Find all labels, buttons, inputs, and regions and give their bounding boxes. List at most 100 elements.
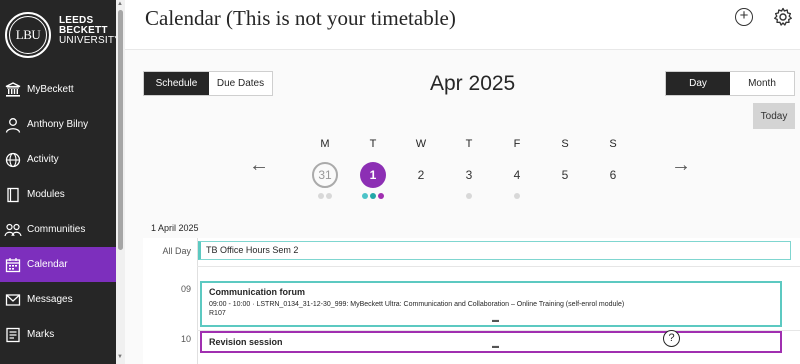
sidebar-item-messages[interactable]: Messages bbox=[0, 282, 116, 317]
sidebar-item-marks[interactable]: Marks bbox=[0, 317, 116, 352]
day-column[interactable]: T3 bbox=[454, 138, 484, 201]
globe-icon bbox=[4, 151, 22, 169]
weekday-label: T bbox=[465, 138, 473, 150]
all-day-event[interactable]: TB Office Hours Sem 2 bbox=[198, 241, 791, 260]
event-indicators bbox=[358, 193, 388, 201]
book-icon bbox=[4, 186, 22, 204]
event-indicators bbox=[502, 193, 532, 201]
day-number[interactable]: 5 bbox=[552, 162, 578, 188]
weekday-label: T bbox=[369, 138, 377, 150]
day-column[interactable]: T1 bbox=[358, 138, 388, 201]
view-toggle: Schedule Due Dates bbox=[143, 71, 273, 96]
user-icon bbox=[4, 116, 22, 134]
event-indicators bbox=[406, 193, 436, 201]
sidebar-scrollbar[interactable]: ▲ ▼ bbox=[116, 0, 125, 364]
day-number[interactable]: 3 bbox=[456, 162, 482, 188]
event-title: Communication forum bbox=[209, 287, 305, 297]
day-column[interactable]: S5 bbox=[550, 138, 580, 201]
tab-day[interactable]: Day bbox=[666, 72, 730, 95]
calendar-main: Schedule Due Dates Apr 2025 Day Month To… bbox=[125, 50, 800, 364]
previous-week-button[interactable]: ← bbox=[249, 154, 269, 177]
sidebar: LBU LEEDS BECKETT UNIVERSITY MyBeckett A… bbox=[0, 0, 121, 364]
sidebar-item-communities[interactable]: Communities bbox=[0, 212, 116, 247]
event-location: R107 bbox=[209, 310, 226, 317]
month-label: Apr 2025 bbox=[430, 72, 516, 95]
range-toggle: Day Month bbox=[665, 71, 795, 96]
event-card[interactable]: Revision session ▬ bbox=[200, 331, 782, 353]
day-column[interactable]: F4 bbox=[502, 138, 532, 201]
calendar-icon bbox=[4, 256, 22, 274]
today-button[interactable]: Today bbox=[753, 103, 795, 129]
sidebar-item-label: Anthony Bilny bbox=[27, 119, 89, 130]
sidebar-item-mybeckett[interactable]: MyBeckett bbox=[0, 72, 116, 107]
event-title: Revision session bbox=[209, 337, 283, 347]
event-indicators bbox=[454, 193, 484, 201]
weekday-label: S bbox=[561, 138, 569, 150]
event-indicators bbox=[598, 193, 628, 201]
hour-label: 10 bbox=[180, 334, 191, 344]
page-title: Calendar (This is not your timetable) bbox=[145, 6, 456, 30]
weekday-label: S bbox=[609, 138, 617, 150]
university-logo[interactable]: LBU LEEDS BECKETT UNIVERSITY bbox=[3, 6, 121, 66]
event-dot-icon bbox=[318, 193, 324, 199]
day-number[interactable]: 1 bbox=[360, 162, 386, 188]
event-card[interactable]: Communication forum 09:00 - 10:00 · LSTR… bbox=[200, 281, 782, 327]
date-heading: 1 April 2025 bbox=[151, 223, 199, 233]
sidebar-item-label: Messages bbox=[27, 294, 73, 305]
next-week-button[interactable]: → bbox=[671, 154, 691, 177]
event-indicators bbox=[310, 193, 340, 201]
logo-monogram: LBU bbox=[9, 16, 47, 54]
sidebar-item-label: Modules bbox=[27, 189, 65, 200]
add-event-button[interactable]: + bbox=[735, 8, 753, 26]
help-button[interactable]: ? bbox=[663, 330, 680, 347]
sidebar-item-label: Communities bbox=[27, 224, 86, 235]
day-schedule: All Day TB Office Hours Sem 2 09 Communi… bbox=[143, 238, 800, 364]
marks-icon bbox=[4, 326, 22, 344]
sidebar-item-label: Calendar bbox=[27, 259, 68, 270]
day-number[interactable]: 6 bbox=[600, 162, 626, 188]
all-day-label: All Day bbox=[162, 246, 191, 256]
sidebar-item-profile[interactable]: Anthony Bilny bbox=[0, 107, 116, 142]
sidebar-item-modules[interactable]: Modules bbox=[0, 177, 116, 212]
app: LBU LEEDS BECKETT UNIVERSITY MyBeckett A… bbox=[0, 0, 800, 364]
hour-label: 09 bbox=[180, 284, 191, 294]
event-indicators bbox=[550, 193, 580, 201]
day-number[interactable]: 2 bbox=[408, 162, 434, 188]
sidebar-item-label: Activity bbox=[27, 154, 59, 165]
resize-handle-icon[interactable]: ▬ bbox=[492, 343, 499, 350]
gear-icon[interactable] bbox=[773, 7, 793, 27]
scroll-down-icon[interactable]: ▼ bbox=[117, 354, 123, 360]
event-dot-icon bbox=[362, 193, 368, 199]
event-dot-icon bbox=[514, 193, 520, 199]
sidebar-item-label: MyBeckett bbox=[27, 84, 74, 95]
sidebar-item-label: Marks bbox=[27, 329, 55, 340]
weekday-label: F bbox=[513, 138, 521, 150]
event-details: 09:00 - 10:00 · LSTRN_0134_31-12-30_999:… bbox=[209, 301, 625, 308]
logo-line-3: UNIVERSITY bbox=[59, 35, 122, 46]
event-dot-icon bbox=[370, 193, 376, 199]
scrollbar-thumb[interactable] bbox=[118, 10, 123, 250]
day-number[interactable]: 31 bbox=[312, 162, 338, 188]
day-column[interactable]: S6 bbox=[598, 138, 628, 201]
weekday-label: W bbox=[415, 138, 427, 150]
weekday-label: M bbox=[320, 138, 330, 150]
page-header: Calendar (This is not your timetable) + bbox=[125, 0, 800, 50]
row-divider bbox=[197, 266, 800, 267]
people-icon bbox=[4, 221, 22, 239]
tab-month[interactable]: Month bbox=[730, 72, 794, 95]
sidebar-item-calendar[interactable]: Calendar bbox=[0, 247, 116, 282]
institution-icon bbox=[4, 81, 22, 99]
tab-due-dates[interactable]: Due Dates bbox=[209, 72, 272, 95]
event-dot-icon bbox=[466, 193, 472, 199]
event-dot-icon bbox=[378, 193, 384, 199]
event-dot-icon bbox=[326, 193, 332, 199]
tab-schedule[interactable]: Schedule bbox=[144, 72, 209, 95]
logo-wordmark: LEEDS BECKETT UNIVERSITY bbox=[59, 16, 121, 46]
sidebar-item-activity[interactable]: Activity bbox=[0, 142, 116, 177]
day-column[interactable]: M 31 bbox=[310, 138, 340, 201]
resize-handle-icon[interactable]: ▬ bbox=[492, 317, 499, 324]
day-number[interactable]: 4 bbox=[504, 162, 530, 188]
envelope-icon bbox=[4, 291, 22, 309]
scroll-up-icon[interactable]: ▲ bbox=[117, 1, 123, 7]
day-column[interactable]: W2 bbox=[406, 138, 436, 201]
